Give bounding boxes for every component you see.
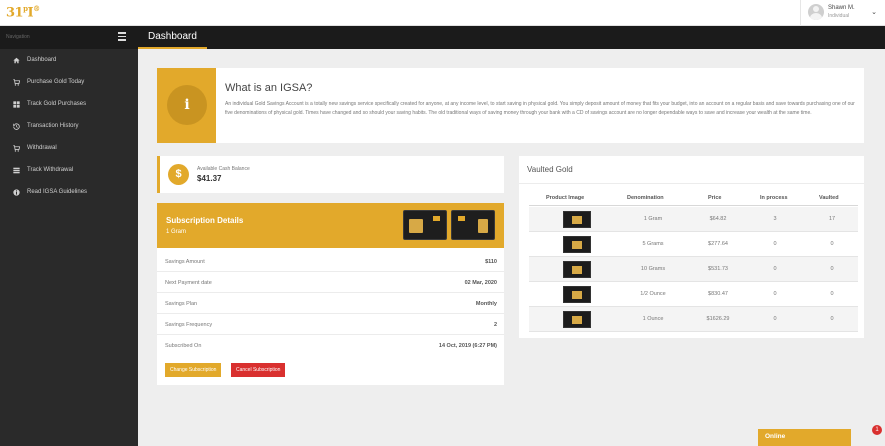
gold-bar-image: [563, 236, 591, 253]
gold-bar-image: [563, 261, 591, 278]
cash-balance-value: $41.37: [197, 174, 222, 183]
cancel-subscription-button[interactable]: Cancel Subscription: [231, 363, 286, 377]
notification-badge[interactable]: 1: [872, 425, 882, 435]
gold-card-back-image: [451, 210, 495, 240]
vaulted-gold-title: Vaulted Gold: [527, 165, 573, 174]
change-subscription-button[interactable]: Change Subscription: [165, 363, 222, 377]
table-row: 10 Grams $531.73 0 0: [529, 257, 858, 282]
brand-logo[interactable]: 31pI®: [6, 4, 40, 20]
info-title: What is an IGSA?: [225, 82, 313, 94]
nav-header: Navigation Dashboard: [0, 26, 885, 49]
home-icon: [13, 57, 20, 64]
sidebar-item-transaction-history[interactable]: Transaction History: [0, 119, 138, 135]
vault-table-header: Product Image Denomination Price In proc…: [529, 192, 858, 206]
user-name: Shawn M.: [828, 5, 855, 11]
chevron-down-icon[interactable]: ⌄: [871, 8, 877, 16]
grid-icon: [13, 101, 20, 108]
column-header: Denomination: [627, 195, 664, 201]
gold-card-front-image: [403, 210, 447, 240]
sidebar-item-label: Purchase Gold Today: [27, 79, 85, 85]
gold-bar-image: [563, 286, 591, 303]
subscription-row: Savings Plan Monthly: [157, 293, 504, 314]
cart-icon: [13, 79, 21, 86]
subscription-plan: 1 Gram: [166, 229, 187, 235]
top-bar: 31pI® Shawn M. Individual ⌄: [0, 0, 885, 26]
sidebar-item-dashboard[interactable]: Dashboard: [0, 53, 138, 69]
table-row: 5 Grams $277.64 0 0: [529, 232, 858, 257]
subscription-details-card: Subscription Details 1 Gram Savings Amou…: [157, 203, 504, 385]
page-title: Dashboard: [148, 31, 197, 42]
sidebar: Dashboard Purchase Gold Today Track Gold…: [0, 49, 138, 446]
subscription-row: Savings Frequency 2: [157, 314, 504, 335]
subscription-row: Next Payment date 02 Mar, 2020: [157, 272, 504, 293]
online-chat-label: Online: [765, 433, 786, 440]
menu-toggle-icon[interactable]: [118, 32, 126, 42]
table-row: 1 Ounce $1626.29 0 0: [529, 307, 858, 332]
sidebar-item-read-igsa-guidelines[interactable]: Read IGSA Guidelines: [0, 185, 138, 201]
column-header: Price: [708, 195, 722, 201]
sidebar-item-label: Dashboard: [27, 57, 57, 63]
subscription-header: Subscription Details 1 Gram: [157, 203, 504, 248]
subscription-title: Subscription Details: [166, 216, 244, 225]
igsa-info-panel: i What is an IGSA? An individual Gold Sa…: [157, 68, 864, 143]
cash-balance-label: Available Cash Balance: [197, 166, 250, 172]
sidebar-item-label: Read IGSA Guidelines: [27, 189, 88, 195]
subscription-row: Savings Amount $110: [157, 251, 504, 272]
user-role: Individual: [828, 13, 850, 19]
sidebar-item-label: Track Gold Purchases: [27, 101, 87, 107]
sidebar-item-label: Track Withdrawal: [27, 167, 74, 173]
list-icon: [13, 167, 20, 174]
column-header: In process: [760, 195, 788, 201]
tab-dashboard[interactable]: Dashboard: [138, 26, 207, 49]
history-icon: [13, 123, 20, 130]
navigation-label: Navigation: [6, 34, 30, 40]
sidebar-item-label: Withdrawal: [27, 145, 57, 151]
table-row: 1 Gram $64.82 3 17: [529, 207, 858, 232]
avatar: [808, 4, 824, 20]
column-header: Vaulted: [819, 195, 839, 201]
gold-bar-image: [563, 211, 591, 228]
info-icon: [13, 189, 20, 196]
sidebar-item-withdrawal[interactable]: Withdrawal: [0, 141, 138, 157]
dollar-icon: $: [168, 164, 189, 185]
sidebar-item-track-withdrawal[interactable]: Track Withdrawal: [0, 163, 138, 179]
info-banner: i: [157, 68, 216, 143]
user-menu[interactable]: Shawn M. Individual ⌄: [800, 0, 885, 26]
table-row: 1/2 Ounce $830.47 0 0: [529, 282, 858, 307]
info-text: An individual Gold Savings Account is a …: [225, 101, 855, 116]
divider: [519, 183, 864, 184]
cart-icon: [13, 145, 21, 152]
column-header: Product Image: [546, 195, 585, 201]
cash-balance-card: $ Available Cash Balance $41.37: [157, 156, 504, 193]
online-chat-button[interactable]: Online: [758, 429, 851, 446]
sidebar-item-track-gold-purchases[interactable]: Track Gold Purchases: [0, 97, 138, 113]
vaulted-gold-card: Vaulted Gold Product Image Denomination …: [519, 156, 864, 338]
sidebar-item-purchase-gold[interactable]: Purchase Gold Today: [0, 75, 138, 91]
gold-bar-image: [563, 311, 591, 328]
info-icon: i: [167, 85, 207, 125]
sidebar-item-label: Transaction History: [27, 123, 79, 129]
subscription-row: Subscribed On 14 Oct, 2019 (6:27 PM): [165, 343, 497, 349]
